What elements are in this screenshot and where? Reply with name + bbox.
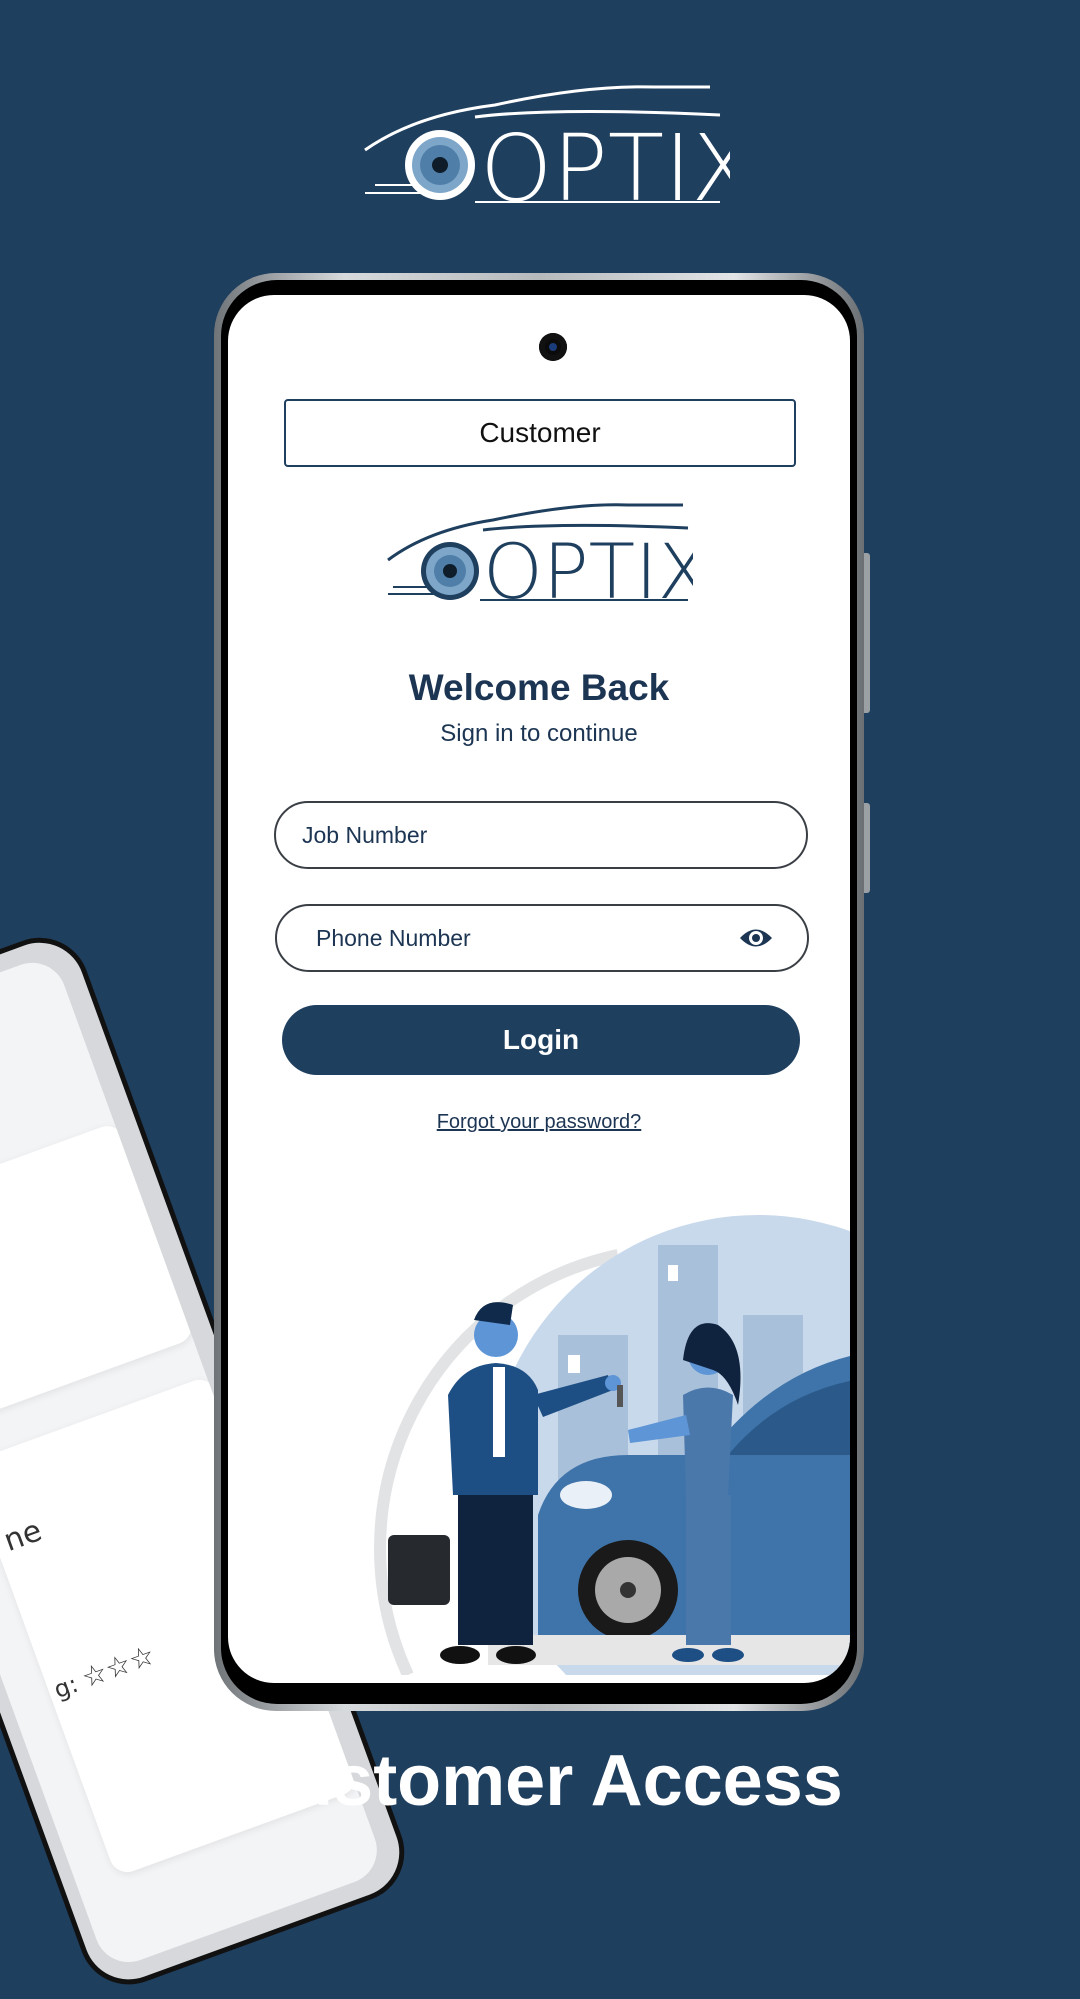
phone-screen: Customer OPTIX Welcome Back Sign in to c… bbox=[228, 295, 850, 1683]
forgot-password-link[interactable]: Forgot your password? bbox=[228, 1111, 850, 1134]
background-rating-stars: ☆☆☆ bbox=[77, 1637, 160, 1695]
background-rating-label: g: bbox=[50, 1669, 82, 1705]
phone-side-button bbox=[864, 803, 870, 893]
optix-logo: OPTIX bbox=[387, 503, 693, 605]
welcome-subtitle: Sign in to continue bbox=[440, 720, 638, 747]
phone-number-input[interactable]: Phone Number bbox=[275, 904, 809, 972]
optix-logo-text: OPTIX bbox=[480, 115, 730, 205]
eye-icon[interactable] bbox=[739, 925, 773, 951]
car-key-handover-illustration bbox=[374, 1215, 850, 1675]
background-card-text: ne bbox=[0, 1513, 47, 1559]
phone-number-placeholder: Phone Number bbox=[316, 924, 471, 951]
phone-mockup: Customer OPTIX Welcome Back Sign in to c… bbox=[214, 273, 870, 1711]
welcome-title: Welcome Back bbox=[408, 667, 670, 708]
screen-caption: Customer Access bbox=[237, 1741, 843, 1821]
background-card bbox=[0, 1121, 197, 1427]
phone-side-button bbox=[864, 553, 870, 713]
login-button[interactable]: Login bbox=[282, 1005, 800, 1075]
optix-logo-text: OPTIX bbox=[483, 527, 693, 605]
optix-logo: OPTIX bbox=[364, 85, 730, 205]
front-camera bbox=[539, 333, 567, 361]
role-selector-button[interactable]: Customer bbox=[284, 399, 796, 467]
job-number-input[interactable]: Job Number bbox=[274, 801, 808, 869]
job-number-placeholder: Job Number bbox=[302, 821, 428, 848]
